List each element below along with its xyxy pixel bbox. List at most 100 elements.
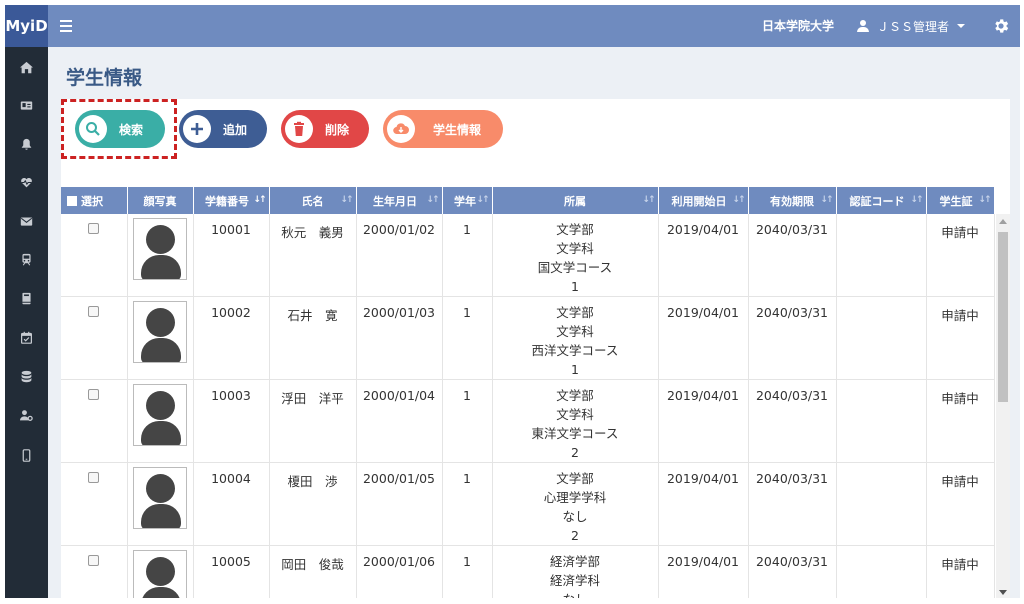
menu-toggle-icon[interactable] xyxy=(60,17,74,35)
sidebar-item-id-card[interactable] xyxy=(5,94,48,116)
sort-icon: ↓↑ xyxy=(978,195,991,205)
student-info-download-button[interactable]: 学生情報 xyxy=(383,110,503,148)
birthdate-cell: 2000/01/03 xyxy=(356,296,443,380)
grade-cell: 1 xyxy=(442,462,493,546)
expiry-cell: 2040/03/31 xyxy=(748,462,837,546)
sidebar-item-notifications[interactable] xyxy=(5,133,48,155)
calendar-check-icon xyxy=(21,331,32,344)
avatar xyxy=(133,301,187,363)
table-row[interactable]: 10005 岡田 俊哉 2000/01/06 1 経済学部経済学科なし 2019… xyxy=(61,545,995,598)
sort-icon: ↓↑ xyxy=(426,195,439,205)
scroll-up-icon[interactable] xyxy=(999,219,1007,224)
search-button-label: 検索 xyxy=(119,122,144,137)
column-photo: 顔写真 xyxy=(127,187,194,214)
scroll-thumb[interactable] xyxy=(998,232,1008,402)
organization-name: 日本学院大学 xyxy=(761,19,834,33)
student-card-cell: 申請中 xyxy=(926,462,995,546)
row-checkbox[interactable] xyxy=(88,555,100,566)
student-id-cell: 10003 xyxy=(193,379,270,463)
search-button[interactable]: 検索 xyxy=(75,110,165,148)
row-checkbox[interactable] xyxy=(88,223,100,234)
table-row[interactable]: 10001 秋元 義男 2000/01/02 1 文学部 文学科 国文学コース 1 2… xyxy=(61,214,995,297)
row-select-cell xyxy=(61,379,128,463)
brand-logo[interactable]: MyiD xyxy=(5,5,48,47)
home-icon xyxy=(20,61,33,73)
student-card-cell: 申請中 xyxy=(926,296,995,380)
sidebar-item-home[interactable] xyxy=(5,56,48,78)
column-select[interactable]: 選択 xyxy=(61,187,128,214)
start-date-cell: 2019/04/01 xyxy=(658,462,749,546)
affiliation-cell: 文学部 文学科 西洋文学コース 1 xyxy=(492,296,659,380)
name-cell: 浮田 洋平 xyxy=(269,379,357,463)
mobile-icon xyxy=(22,448,31,462)
delete-button-label: 削除 xyxy=(325,122,350,137)
gear-icon[interactable] xyxy=(992,17,1010,35)
sidebar-item-library[interactable] xyxy=(5,287,48,309)
column-birthdate[interactable]: 生年月日 ↓↑ xyxy=(356,187,443,214)
cloud-download-icon xyxy=(387,115,415,143)
student-card-cell: 申請中 xyxy=(926,379,995,463)
table-row[interactable]: 10002 石井 寛 2000/01/03 1 文学部 文学科 西洋文学コース 1 2… xyxy=(61,296,995,380)
user-icon xyxy=(856,20,869,32)
affiliation-cell: 文学部 文学科 東洋文学コース 2 xyxy=(492,379,659,463)
plus-icon xyxy=(183,115,211,143)
grade-cell: 1 xyxy=(442,214,493,297)
table-row[interactable]: 10003 浮田 洋平 2000/01/04 1 文学部 文学科 東洋文学コース 2 … xyxy=(61,379,995,463)
column-student-id[interactable]: 学籍番号 ↓↑ xyxy=(193,187,270,214)
expiry-cell: 2040/03/31 xyxy=(748,379,837,463)
student-card-cell: 申請中 xyxy=(926,214,995,297)
sidebar-item-mobile[interactable] xyxy=(5,444,48,466)
delete-button[interactable]: 削除 xyxy=(281,110,369,148)
start-date-cell: 2019/04/01 xyxy=(658,296,749,380)
user-settings-icon xyxy=(20,409,33,421)
row-checkbox[interactable] xyxy=(88,389,100,400)
column-student-card[interactable]: 学生証 ↓↑ xyxy=(926,187,995,214)
start-date-cell: 2019/04/01 xyxy=(658,545,749,598)
page-bottom-margin xyxy=(0,598,1024,604)
add-button-label: 追加 xyxy=(223,122,248,137)
select-all-checkbox[interactable] xyxy=(67,195,77,206)
sidebar-item-mail[interactable] xyxy=(5,210,48,232)
photo-cell xyxy=(127,296,194,380)
affiliation-cell: 文学部 文学科 国文学コース 1 xyxy=(492,214,659,297)
sidebar-item-schedule[interactable] xyxy=(5,326,48,348)
row-checkbox[interactable] xyxy=(88,472,100,483)
sort-icon: ↓↑ xyxy=(910,195,923,205)
main-content: 学生情報 検索 追加 削除 学生情報 選択 顔写真 学籍番号 ↓↑ 氏名 ↓↑ … xyxy=(48,47,1020,598)
avatar xyxy=(133,218,187,280)
add-button[interactable]: 追加 xyxy=(179,110,267,148)
expiry-cell: 2040/03/31 xyxy=(748,296,837,380)
column-start-date[interactable]: 利用開始日 ↓↑ xyxy=(658,187,749,214)
column-name[interactable]: 氏名 ↓↑ xyxy=(269,187,357,214)
search-icon xyxy=(79,115,107,143)
student-card-cell: 申請中 xyxy=(926,545,995,598)
database-icon xyxy=(21,370,32,382)
column-auth-code[interactable]: 認証コード ↓↑ xyxy=(836,187,927,214)
sort-icon: ↓↑ xyxy=(340,195,353,205)
table-row[interactable]: 10004 榎田 渉 2000/01/05 1 文学部 心理学学科 なし 2 2019… xyxy=(61,462,995,546)
photo-cell xyxy=(127,379,194,463)
auth-code-cell xyxy=(836,214,927,297)
sidebar-item-transit[interactable] xyxy=(5,248,48,270)
sidebar xyxy=(5,47,48,598)
heartbeat-icon xyxy=(21,177,32,187)
column-expiry[interactable]: 有効期限 ↓↑ xyxy=(748,187,837,214)
start-date-cell: 2019/04/01 xyxy=(658,379,749,463)
user-name: ＪＳＳ管理者 xyxy=(876,19,949,34)
id-card-icon xyxy=(20,100,33,110)
auth-code-cell xyxy=(836,462,927,546)
sidebar-item-database[interactable] xyxy=(5,365,48,387)
column-grade[interactable]: 学年 ↓↑ xyxy=(442,187,493,214)
start-date-cell: 2019/04/01 xyxy=(658,214,749,297)
row-checkbox[interactable] xyxy=(88,306,100,317)
birthdate-cell: 2000/01/04 xyxy=(356,379,443,463)
sidebar-item-health[interactable] xyxy=(5,171,48,193)
name-cell: 秋元 義男 xyxy=(269,214,357,297)
column-affiliation[interactable]: 所属 ↓↑ xyxy=(492,187,659,214)
user-menu[interactable]: ＪＳＳ管理者 xyxy=(856,5,965,47)
scroll-down-icon[interactable] xyxy=(999,590,1007,595)
auth-code-cell xyxy=(836,545,927,598)
table-scrollbar[interactable] xyxy=(996,214,1010,598)
sort-icon: ↓↑ xyxy=(820,195,833,205)
sidebar-item-user-settings[interactable] xyxy=(5,404,48,426)
